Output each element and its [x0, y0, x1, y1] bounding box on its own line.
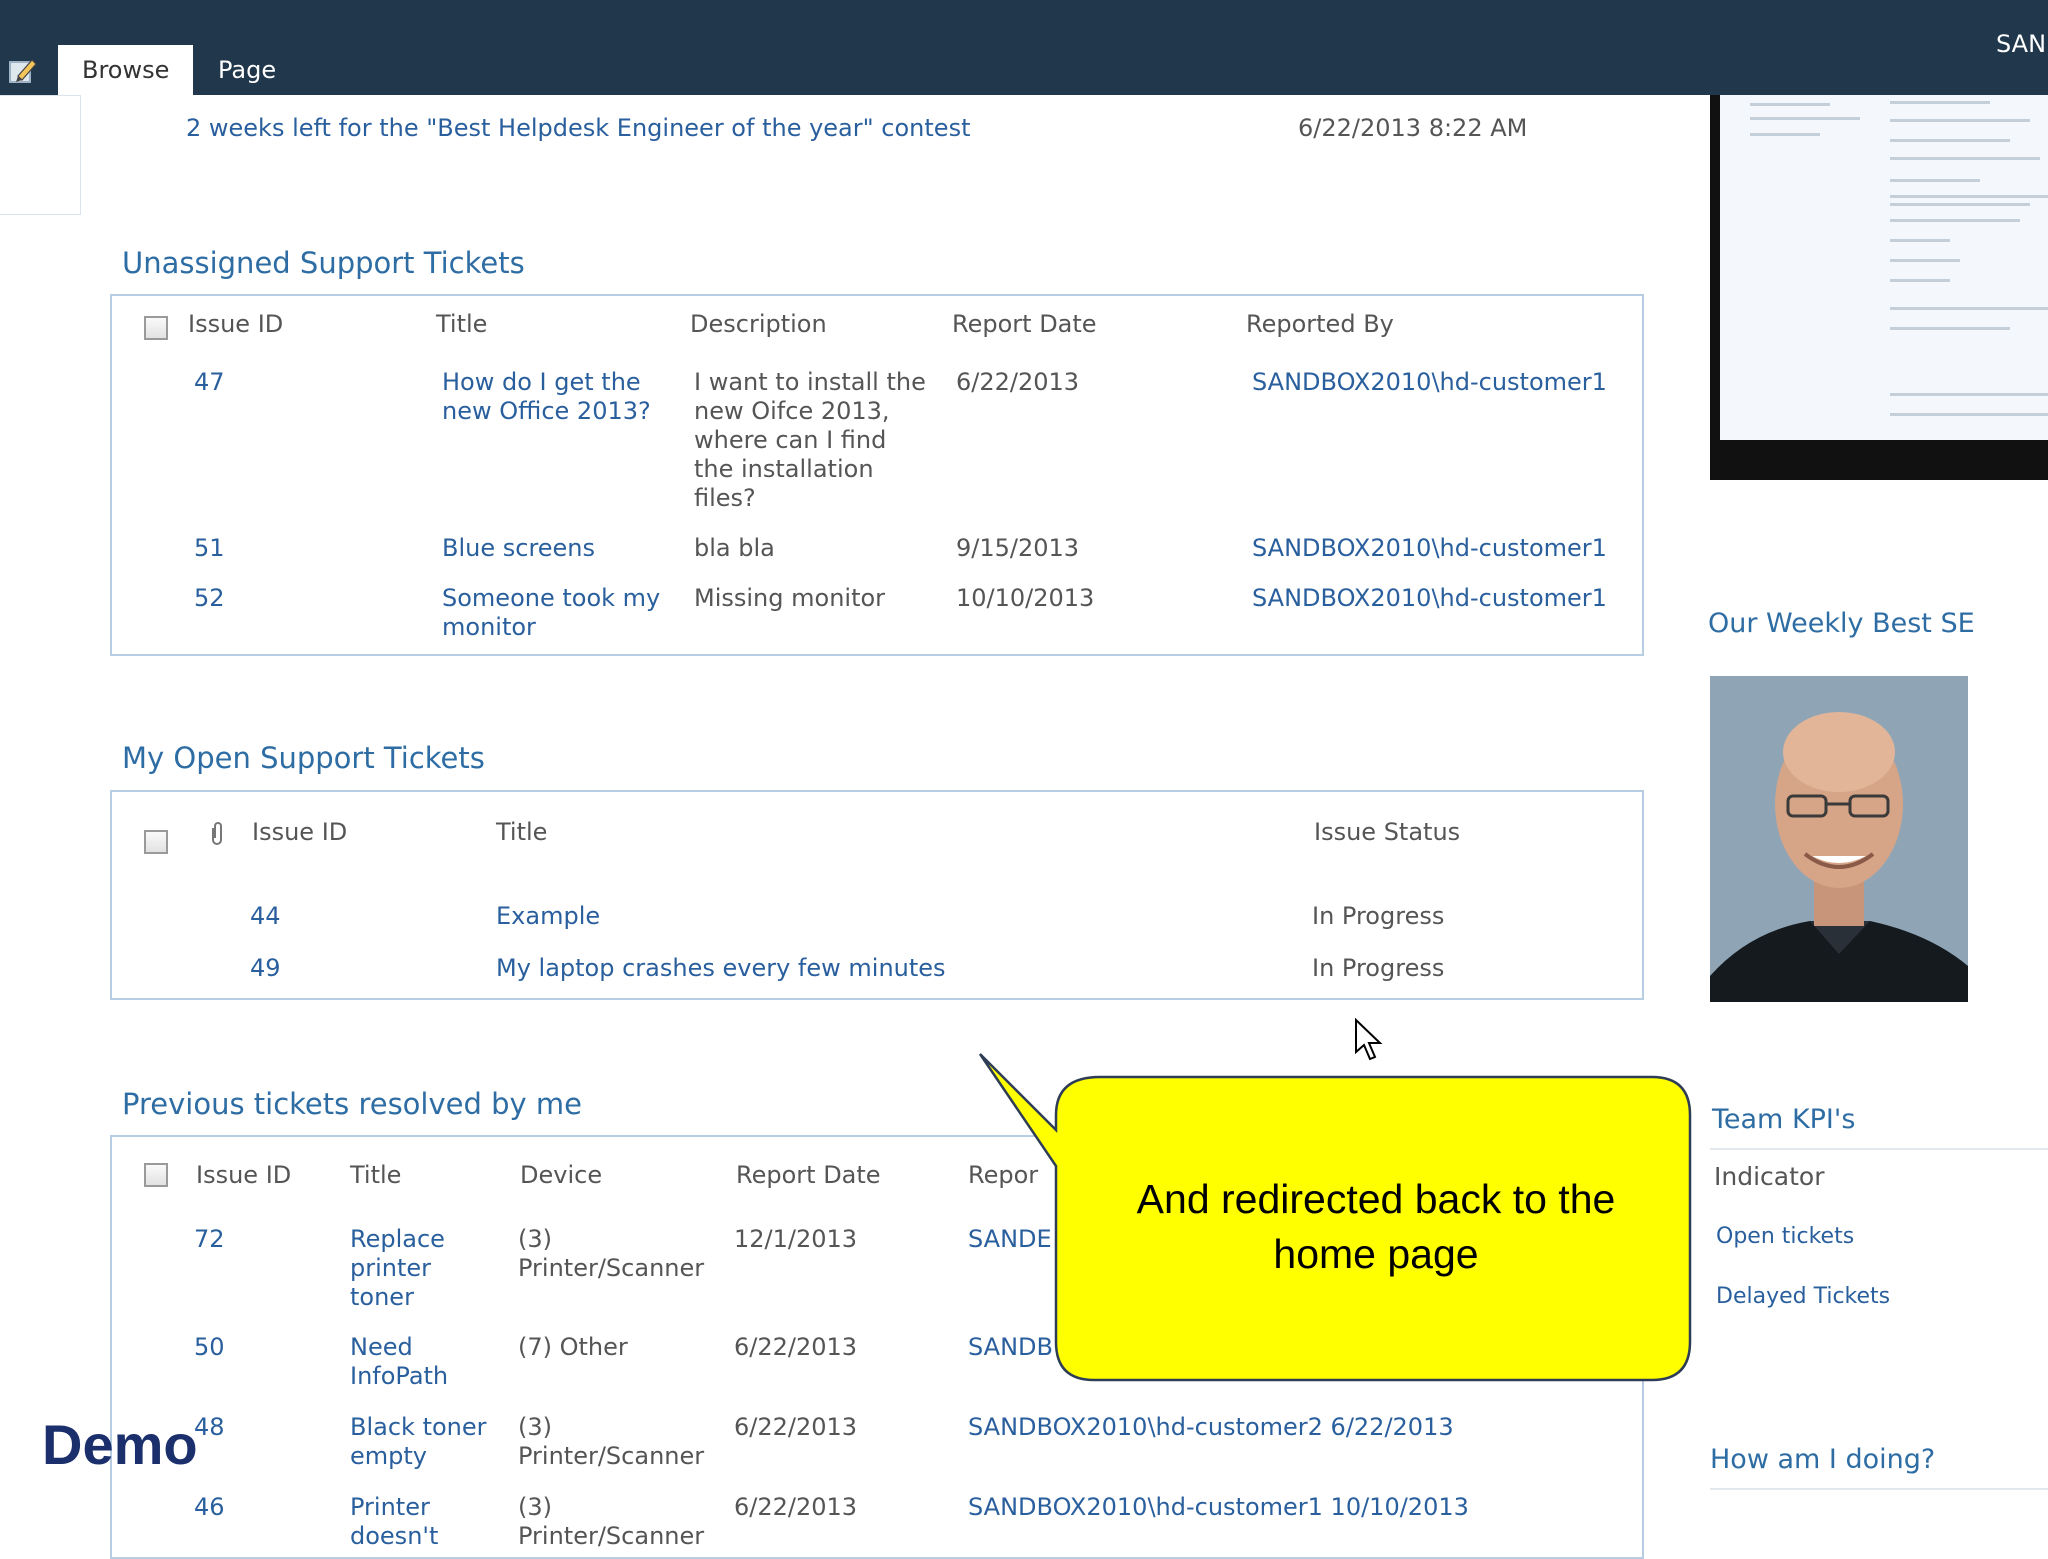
ticket-description: bla bla	[694, 534, 775, 562]
kpi-indicator-header[interactable]: Indicator	[1714, 1162, 1824, 1191]
ticket-device: (3) Printer/Scanner	[518, 1225, 705, 1282]
ticket-reporter[interactable]: SANDB	[968, 1333, 1053, 1362]
ticket-date: 10/10/2013	[956, 584, 1095, 612]
announcement-date: 6/22/2013 8:22 AM	[1298, 114, 1528, 142]
ticket-status: In Progress	[1312, 902, 1445, 930]
ticket-id[interactable]: 49	[250, 954, 281, 983]
ticket-description: Missing monitor	[694, 584, 886, 612]
ticket-id[interactable]: 47	[194, 368, 225, 397]
quick-launch-panel	[0, 95, 81, 215]
ticket-date: 6/22/2013	[734, 1413, 858, 1441]
ticket-id[interactable]: 50	[194, 1333, 225, 1362]
column-header-issue-id[interactable]: Issue ID	[252, 818, 347, 847]
column-header-report-date[interactable]: Report Date	[736, 1161, 881, 1190]
ticket-id[interactable]: 51	[194, 534, 225, 563]
kpi-delayed-tickets[interactable]: Delayed Tickets	[1716, 1282, 1890, 1311]
ticket-date: 6/22/2013	[734, 1333, 858, 1361]
column-header-device[interactable]: Device	[520, 1161, 602, 1190]
select-all-checkbox[interactable]	[144, 830, 168, 854]
column-header-title[interactable]: Title	[350, 1161, 401, 1190]
announcement-title[interactable]: 2 weeks left for the "Best Helpdesk Engi…	[186, 114, 970, 142]
ticket-title[interactable]: Black toner empty	[350, 1413, 487, 1471]
demo-overlay-label: Demo	[42, 1413, 198, 1476]
callout-text: And redirected back to the home page	[1136, 1176, 1616, 1277]
ticket-id[interactable]: 46	[194, 1493, 225, 1522]
how-am-i-doing-title[interactable]: How am I doing?	[1710, 1444, 1935, 1475]
kpi-open-tickets[interactable]: Open tickets	[1716, 1222, 1854, 1251]
video-preview[interactable]	[1710, 95, 2048, 480]
unassigned-tickets-title[interactable]: Unassigned Support Tickets	[122, 246, 525, 280]
ticket-reporter[interactable]: SANDBOX2010\hd-customer2 6/22/2013	[968, 1413, 1454, 1442]
mouse-cursor-icon	[1355, 1018, 1383, 1061]
resolved-tickets-title[interactable]: Previous tickets resolved by me	[122, 1087, 582, 1121]
column-header-reported-by[interactable]: Reported By	[1246, 310, 1394, 339]
column-header-report-date[interactable]: Report Date	[952, 310, 1097, 339]
ticket-reporter[interactable]: SANDBOX2010\hd-customer1 10/10/2013	[968, 1493, 1469, 1522]
ticket-status: In Progress	[1312, 954, 1445, 982]
ticket-id[interactable]: 52	[194, 584, 225, 613]
column-header-title[interactable]: Title	[436, 310, 487, 339]
open-tickets-list: Issue ID Title Issue Status 44 Example I…	[110, 790, 1644, 1000]
unassigned-tickets-list: Issue ID Title Description Report Date R…	[110, 294, 1644, 656]
ticket-reporter[interactable]: SANDE	[968, 1225, 1052, 1254]
kpi-divider	[1710, 1148, 2048, 1150]
column-header-description[interactable]: Description	[690, 310, 827, 339]
edit-page-icon[interactable]	[8, 56, 38, 86]
user-menu[interactable]: SAN	[1996, 30, 2048, 58]
ticket-title[interactable]: Example	[496, 902, 600, 931]
ticket-date: 6/22/2013	[956, 368, 1080, 396]
ticket-title[interactable]: Printer doesn't	[350, 1493, 438, 1551]
ticket-title[interactable]: Blue screens	[442, 534, 595, 563]
ticket-reporter[interactable]: SANDBOX2010\hd-customer1	[1252, 368, 1607, 397]
ticket-device: (3) Printer/Scanner	[518, 1493, 705, 1550]
select-all-checkbox[interactable]	[144, 316, 168, 340]
ticket-reporter[interactable]: SANDBOX2010\hd-customer1	[1252, 534, 1607, 563]
ticket-device: (3) Printer/Scanner	[518, 1413, 705, 1470]
select-all-checkbox[interactable]	[144, 1163, 168, 1187]
ticket-date: 6/22/2013	[734, 1493, 858, 1521]
ticket-id[interactable]: 44	[250, 902, 281, 931]
ticket-device: (7) Other	[518, 1333, 628, 1361]
column-header-issue-id[interactable]: Issue ID	[196, 1161, 291, 1190]
ticket-id[interactable]: 72	[194, 1225, 225, 1254]
ribbon: Browse Page SAN	[0, 0, 2048, 95]
ticket-date: 9/15/2013	[956, 534, 1080, 562]
column-header-issue-status[interactable]: Issue Status	[1314, 818, 1460, 847]
ticket-reporter[interactable]: SANDBOX2010\hd-customer1	[1252, 584, 1607, 613]
ticket-title[interactable]: Replace printer toner	[350, 1225, 445, 1312]
best-se-photo	[1710, 676, 1968, 1002]
column-header-issue-id[interactable]: Issue ID	[188, 310, 283, 339]
tab-page[interactable]: Page	[194, 45, 300, 95]
weekly-best-se-title[interactable]: Our Weekly Best SE	[1708, 608, 1975, 639]
how-divider	[1710, 1488, 2048, 1490]
ticket-date: 12/1/2013	[734, 1225, 858, 1253]
team-kpi-title[interactable]: Team KPI's	[1712, 1104, 1855, 1135]
ticket-title[interactable]: Need InfoPath	[350, 1333, 448, 1391]
column-header-title[interactable]: Title	[496, 818, 547, 847]
column-header-reported-by[interactable]: Repor	[968, 1161, 1038, 1190]
preview-screen	[1720, 95, 2048, 440]
ticket-id[interactable]: 48	[194, 1413, 225, 1442]
tab-browse[interactable]: Browse	[58, 45, 194, 95]
open-tickets-title[interactable]: My Open Support Tickets	[122, 741, 485, 775]
ticket-title[interactable]: How do I get the new Office 2013?	[442, 368, 651, 426]
ticket-title[interactable]: Someone took my monitor	[442, 584, 660, 642]
ticket-description: I want to install the new Oifce 2013, wher…	[694, 368, 926, 512]
ticket-title[interactable]: My laptop crashes every few minutes	[496, 954, 946, 983]
attachment-icon	[212, 822, 222, 845]
